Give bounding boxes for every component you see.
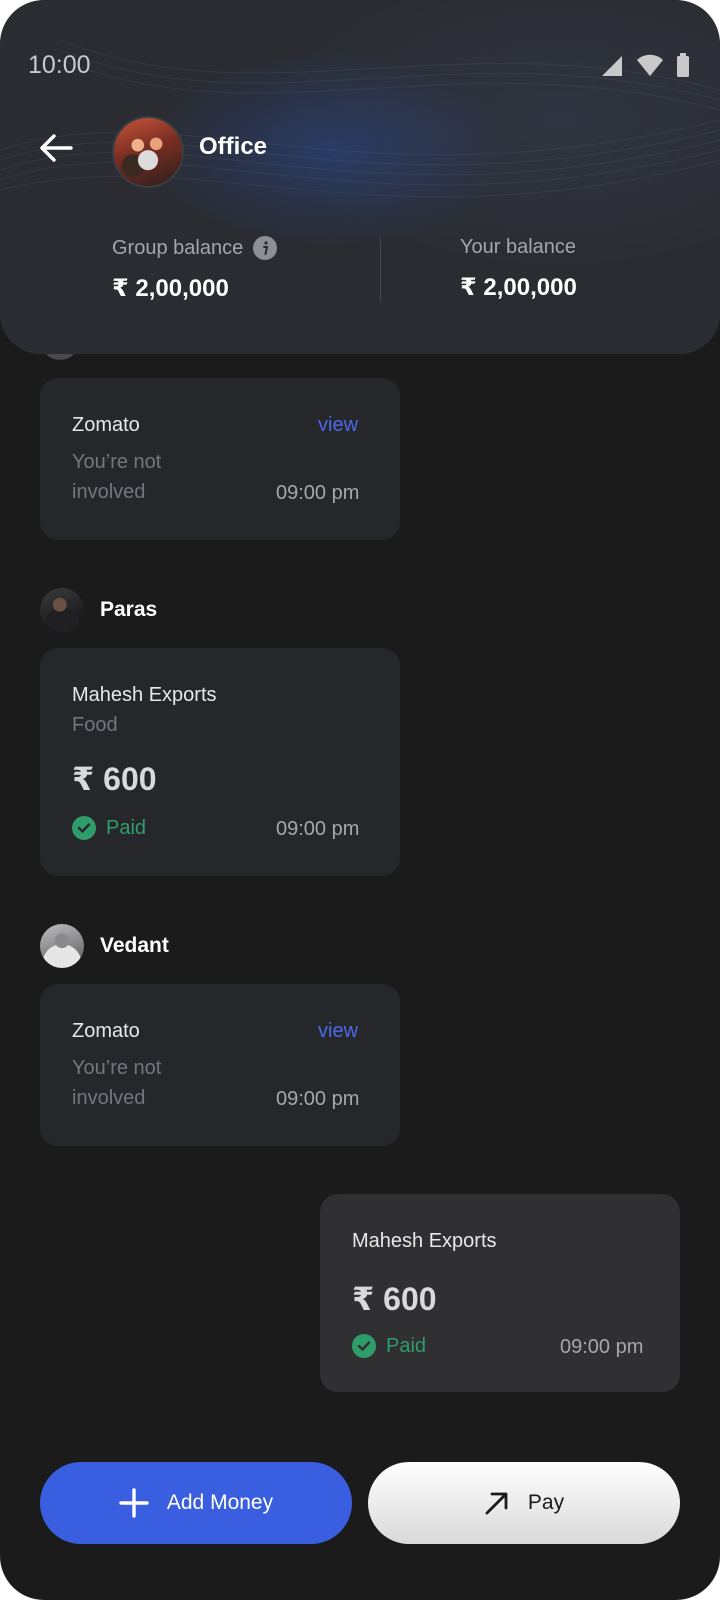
sender-header: Vedant bbox=[40, 924, 169, 968]
pay-label: Pay bbox=[527, 1491, 565, 1514]
add-money-button[interactable]: Add Money bbox=[40, 1462, 352, 1544]
card-subtitle-line1: You’re not bbox=[72, 1057, 162, 1079]
plus-icon bbox=[119, 1488, 149, 1518]
card-subtitle-line1: You’re not bbox=[72, 451, 162, 473]
card-time: 09:00 pm bbox=[276, 1088, 360, 1110]
own-transaction-card[interactable]: Mahesh Exports ₹ 600 Paid 09:00 pm bbox=[320, 1194, 680, 1392]
sender-name: Vedant bbox=[100, 934, 169, 957]
your-balance-value: ₹ 2,00,000 bbox=[460, 274, 577, 301]
group-header: 10:00 Office Group balance ₹ 2,00,000 Yo… bbox=[0, 0, 720, 354]
card-subtitle-line2: involved bbox=[72, 481, 146, 503]
arrow-left-icon bbox=[40, 134, 73, 162]
info-glyph bbox=[263, 241, 269, 255]
card-time: 09:00 pm bbox=[276, 818, 360, 840]
card-subtitle-line2: involved bbox=[72, 1087, 146, 1109]
cellular-signal-icon bbox=[602, 56, 622, 76]
pay-button[interactable]: Pay bbox=[368, 1462, 680, 1544]
group-balance: Group balance ₹ 2,00,000 bbox=[112, 236, 278, 303]
sender-header: Paras bbox=[40, 588, 157, 632]
phone-screen: 10:00 Office Group balance ₹ 2,00,000 Yo… bbox=[0, 0, 720, 1600]
transaction-card[interactable]: Zomato view You’re not involved 09:00 pm bbox=[40, 984, 400, 1146]
sender-name: Paras bbox=[100, 598, 158, 621]
group-balance-label-row: Group balance bbox=[112, 236, 278, 260]
your-balance: Your balance ₹ 2,00,000 bbox=[460, 236, 577, 302]
info-icon[interactable] bbox=[253, 236, 278, 260]
status-badge: Paid bbox=[352, 1334, 426, 1358]
card-amount: ₹ 600 bbox=[352, 1281, 437, 1317]
card-title: Mahesh Exports bbox=[352, 1230, 497, 1252]
status-bar: 10:00 bbox=[28, 50, 690, 80]
card-time: 09:00 pm bbox=[276, 482, 360, 504]
card-title: Mahesh Exports bbox=[72, 684, 217, 706]
your-balance-label: Your balance bbox=[460, 236, 577, 258]
avatar[interactable] bbox=[40, 924, 84, 968]
add-money-label: Add Money bbox=[166, 1491, 274, 1514]
group-avatar[interactable] bbox=[112, 116, 184, 188]
card-title: Zomato bbox=[72, 1020, 140, 1042]
group-balance-label: Group balance bbox=[112, 236, 244, 259]
wifi-icon bbox=[637, 54, 663, 76]
check-circle-icon bbox=[72, 816, 96, 840]
back-button[interactable] bbox=[36, 128, 76, 168]
view-link[interactable]: view bbox=[318, 1020, 358, 1043]
status-text: Paid bbox=[106, 816, 147, 839]
view-link[interactable]: view bbox=[318, 414, 358, 437]
balance-divider bbox=[380, 238, 381, 302]
battery-icon bbox=[677, 53, 689, 77]
status-text: Paid bbox=[386, 1334, 427, 1357]
transaction-card[interactable]: Mahesh Exports Food ₹ 600 Paid 09:00 pm bbox=[40, 648, 400, 876]
status-badge: Paid bbox=[72, 816, 146, 840]
card-amount: ₹ 600 bbox=[72, 761, 157, 797]
group-balance-value: ₹ 2,00,000 bbox=[112, 275, 229, 302]
transaction-card[interactable]: Zomato view You’re not involved 09:00 pm bbox=[40, 378, 400, 540]
card-title: Zomato bbox=[72, 414, 140, 436]
status-time: 10:00 bbox=[28, 50, 91, 79]
group-title: Office bbox=[199, 133, 268, 160]
card-time: 09:00 pm bbox=[560, 1336, 644, 1358]
status-icons bbox=[600, 53, 690, 77]
card-category: Food bbox=[72, 714, 118, 736]
check-circle-icon bbox=[352, 1334, 376, 1358]
arrow-up-right-icon bbox=[485, 1492, 508, 1515]
avatar[interactable] bbox=[40, 588, 84, 632]
